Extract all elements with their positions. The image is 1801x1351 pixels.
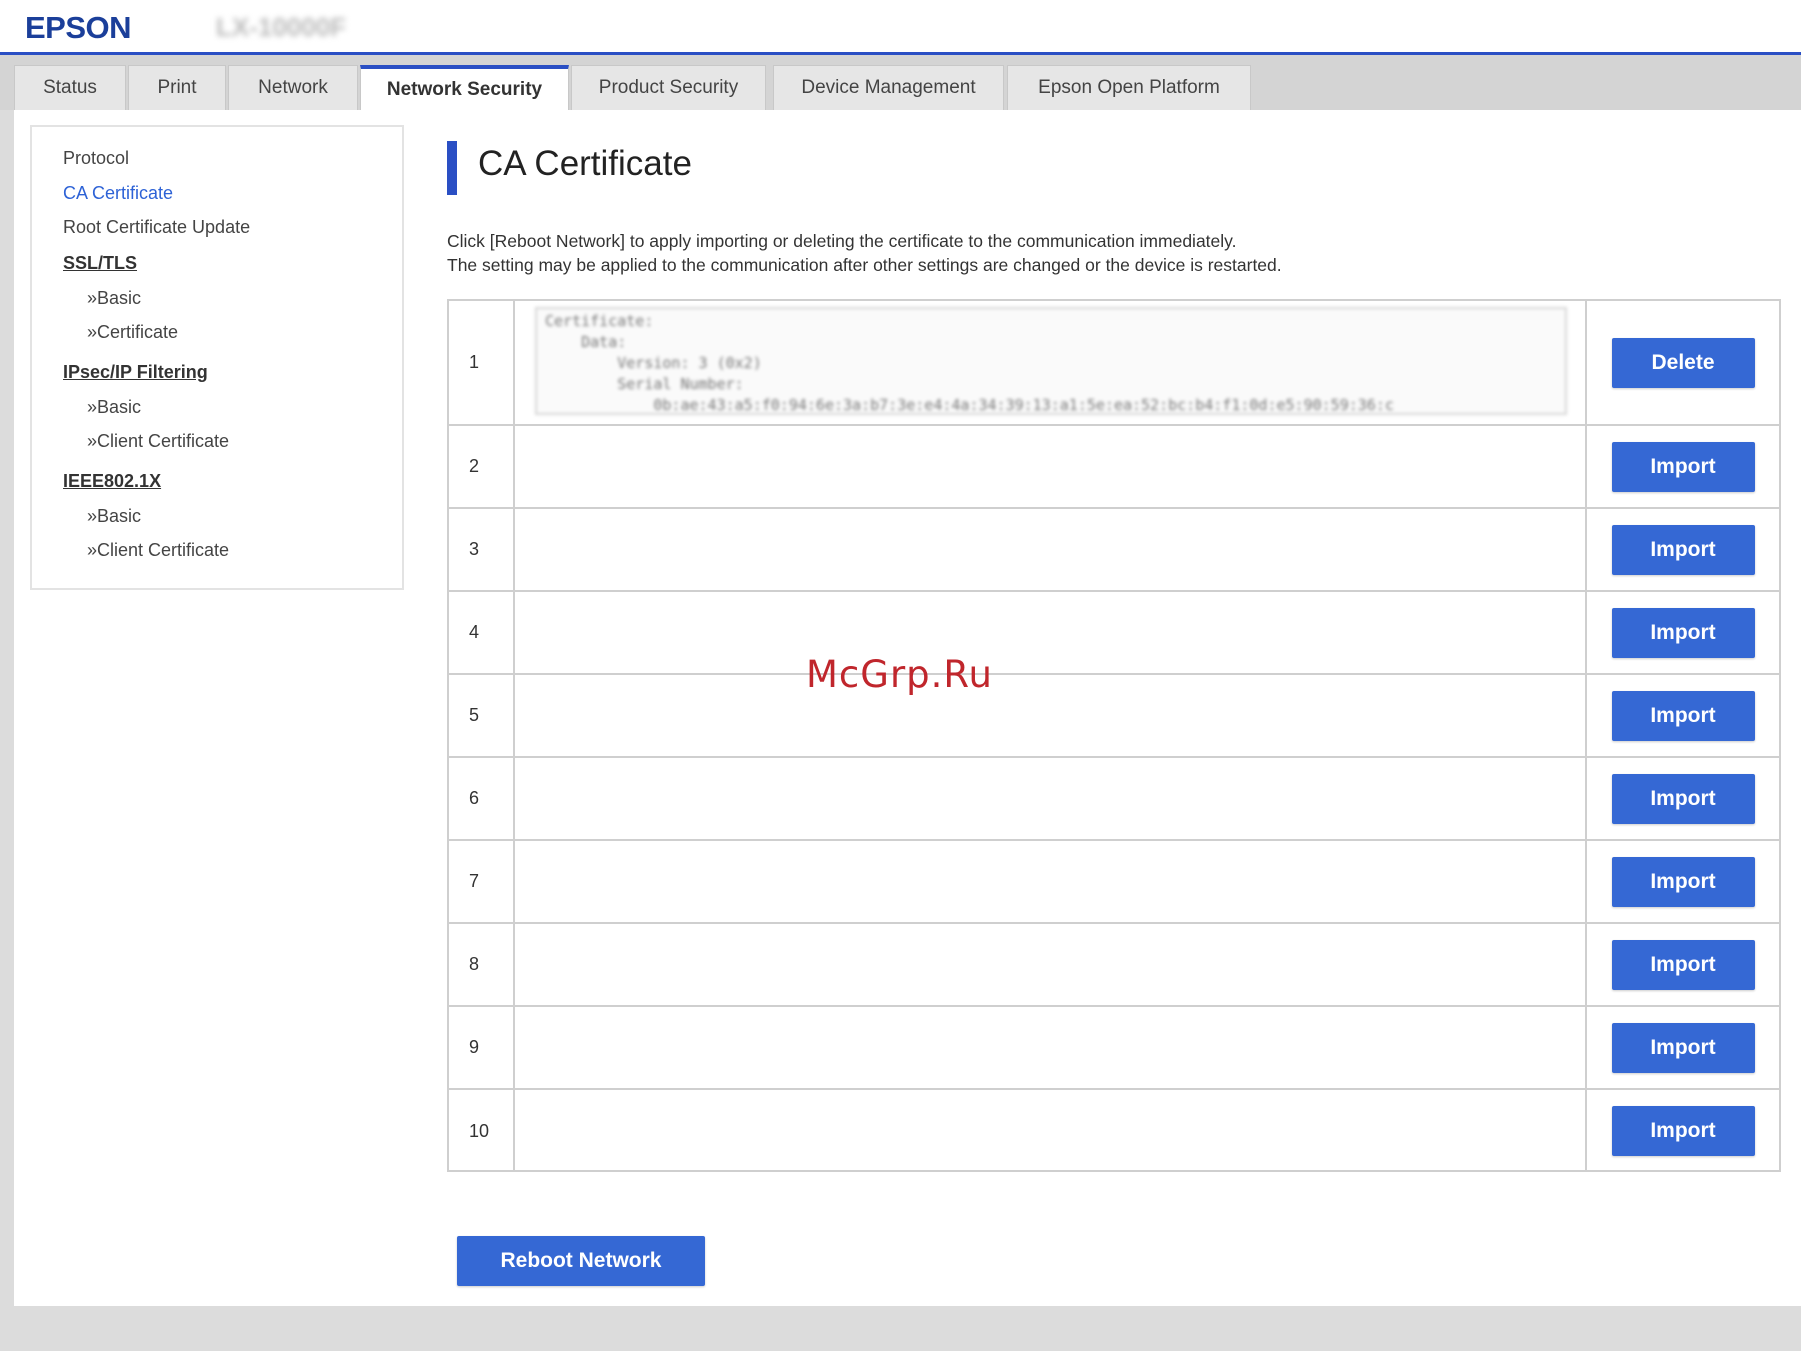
sidebar: Protocol CA Certificate Root Certificate… — [30, 125, 404, 590]
row-number: 10 — [449, 1090, 515, 1172]
row-number: 3 — [449, 509, 515, 590]
row-number: 8 — [449, 924, 515, 1005]
row-number: 4 — [449, 592, 515, 673]
sidebar-section-ipsec[interactable]: IPsec/IP Filtering — [63, 362, 208, 383]
action-cell: Import — [1587, 1007, 1779, 1088]
action-cell: Import — [1587, 758, 1779, 839]
certificate-cell — [515, 675, 1587, 756]
sidebar-item-ssl-basic[interactable]: »Basic — [87, 288, 141, 309]
certificate-cell — [515, 758, 1587, 839]
action-cell: Delete — [1587, 301, 1779, 424]
import-button[interactable]: Import — [1611, 1022, 1755, 1073]
sidebar-section-ssl-tls[interactable]: SSL/TLS — [63, 253, 137, 274]
table-row: 6 Import — [449, 758, 1779, 841]
certificate-cell — [515, 924, 1587, 1005]
certificate-cell — [515, 509, 1587, 590]
tab-bar: Status Print Network Network Security Pr… — [0, 55, 1801, 111]
action-cell: Import — [1587, 592, 1779, 673]
header: EPSON LX-10000F — [0, 0, 1801, 52]
action-cell: Import — [1587, 426, 1779, 507]
row-number: 2 — [449, 426, 515, 507]
tab-status[interactable]: Status — [14, 65, 126, 110]
tab-product-security[interactable]: Product Security — [571, 65, 766, 110]
row-number: 1 — [449, 301, 515, 424]
table-row: 2 Import — [449, 426, 1779, 509]
row-number: 9 — [449, 1007, 515, 1088]
tab-network[interactable]: Network — [228, 65, 358, 110]
description-line-2: The setting may be applied to the commun… — [447, 255, 1282, 275]
epson-logo: EPSON — [25, 10, 132, 45]
certificate-cell — [515, 1090, 1587, 1172]
page-description: Click [Reboot Network] to apply importin… — [447, 229, 1282, 277]
table-row: 3 Import — [449, 509, 1779, 592]
sidebar-section-ieee8021x[interactable]: IEEE802.1X — [63, 471, 161, 492]
table-row: 7 Import — [449, 841, 1779, 924]
action-cell: Import — [1587, 841, 1779, 922]
model-name: LX-10000F — [216, 12, 347, 42]
certificate-cell: Certificate: Data: Version: 3 (0x2) Seri… — [515, 301, 1587, 424]
action-cell: Import — [1587, 675, 1779, 756]
certificate-cell — [515, 841, 1587, 922]
page-title: CA Certificate — [478, 144, 692, 183]
sidebar-item-protocol[interactable]: Protocol — [63, 148, 129, 169]
import-button[interactable]: Import — [1611, 856, 1755, 907]
import-button[interactable]: Import — [1611, 607, 1755, 658]
certificate-cell — [515, 592, 1587, 673]
tab-device-management[interactable]: Device Management — [773, 65, 1004, 110]
action-cell: Import — [1587, 1090, 1779, 1172]
import-button[interactable]: Import — [1611, 690, 1755, 741]
table-row: 1 Certificate: Data: Version: 3 (0x2) Se… — [449, 301, 1779, 426]
watermark: McGrp.Ru — [806, 653, 993, 696]
action-cell: Import — [1587, 509, 1779, 590]
sidebar-item-ipsec-basic[interactable]: »Basic — [87, 397, 141, 418]
import-button[interactable]: Import — [1611, 441, 1755, 492]
sidebar-item-ieee-client-certificate[interactable]: »Client Certificate — [87, 540, 229, 561]
table-row: 8 Import — [449, 924, 1779, 1007]
certificate-details-box[interactable]: Certificate: Data: Version: 3 (0x2) Seri… — [535, 307, 1567, 415]
table-row: 4 Import — [449, 592, 1779, 675]
row-number: 5 — [449, 675, 515, 756]
sidebar-item-ssl-certificate[interactable]: »Certificate — [87, 322, 178, 343]
row-number: 6 — [449, 758, 515, 839]
table-row: 5 Import — [449, 675, 1779, 758]
sidebar-item-ca-certificate[interactable]: CA Certificate — [63, 183, 173, 204]
table-row: 10 Import — [449, 1090, 1779, 1172]
import-button[interactable]: Import — [1611, 524, 1755, 575]
delete-button[interactable]: Delete — [1611, 337, 1755, 388]
row-number: 7 — [449, 841, 515, 922]
description-line-1: Click [Reboot Network] to apply importin… — [447, 231, 1237, 251]
sidebar-item-root-certificate-update[interactable]: Root Certificate Update — [63, 217, 250, 238]
certificate-cell — [515, 1007, 1587, 1088]
action-cell: Import — [1587, 924, 1779, 1005]
tab-epson-open-platform[interactable]: Epson Open Platform — [1007, 65, 1251, 110]
import-button[interactable]: Import — [1611, 773, 1755, 824]
certificate-cell — [515, 426, 1587, 507]
sidebar-item-ieee-basic[interactable]: »Basic — [87, 506, 141, 527]
tab-print[interactable]: Print — [128, 65, 226, 110]
title-accent-bar — [447, 141, 457, 195]
certificate-table: 1 Certificate: Data: Version: 3 (0x2) Se… — [447, 299, 1781, 1172]
import-button[interactable]: Import — [1611, 1106, 1755, 1156]
import-button[interactable]: Import — [1611, 939, 1755, 990]
reboot-network-button[interactable]: Reboot Network — [457, 1236, 705, 1286]
sidebar-item-ipsec-client-certificate[interactable]: »Client Certificate — [87, 431, 229, 452]
tab-network-security[interactable]: Network Security — [360, 65, 569, 111]
table-row: 9 Import — [449, 1007, 1779, 1090]
